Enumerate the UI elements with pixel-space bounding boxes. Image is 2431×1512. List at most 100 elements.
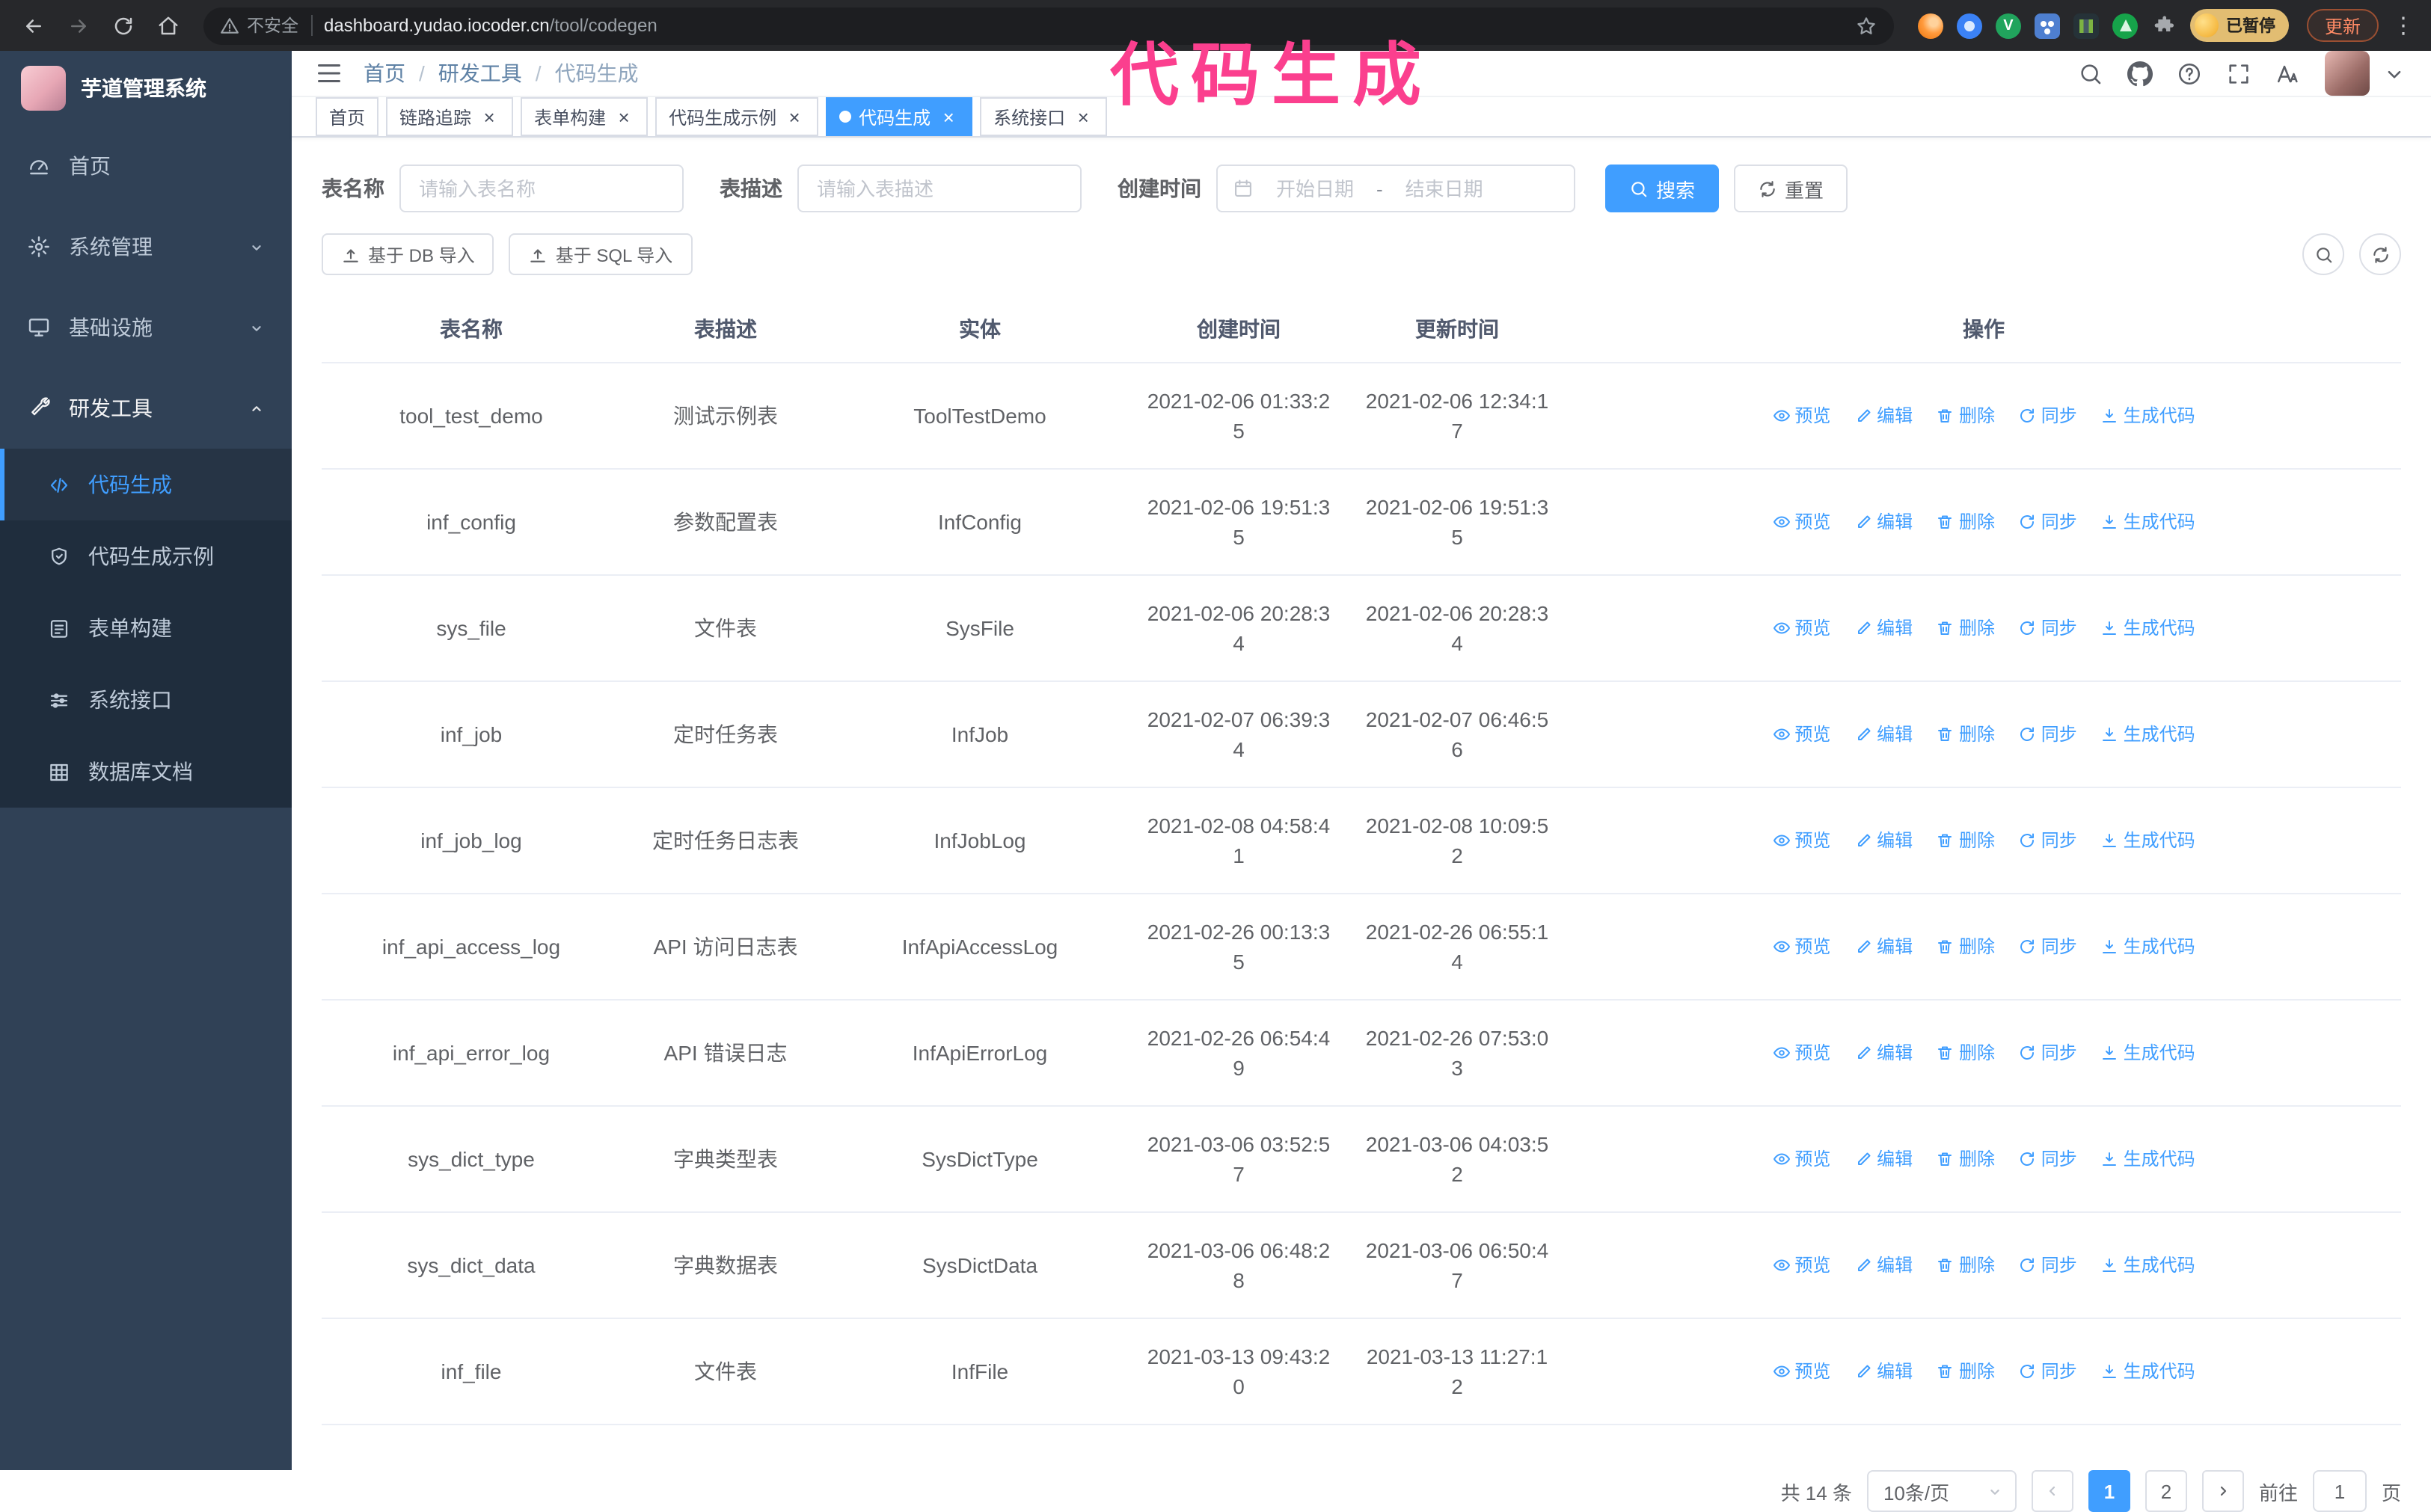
table-name-input[interactable]	[399, 165, 684, 212]
sync-link[interactable]: 同步	[2019, 506, 2077, 536]
preview-link[interactable]: 预览	[1772, 825, 1830, 855]
delete-link[interactable]: 删除	[1937, 612, 1995, 642]
edit-link[interactable]: 编辑	[1854, 612, 1913, 642]
tab-form-builder[interactable]: 表单构建 ×	[521, 97, 649, 136]
edit-link[interactable]: 编辑	[1854, 931, 1913, 961]
edit-link[interactable]: 编辑	[1854, 1250, 1913, 1279]
sidebar-subitem-form-builder[interactable]: 表单构建	[0, 592, 292, 664]
preview-link[interactable]: 预览	[1772, 1037, 1830, 1067]
preview-link[interactable]: 预览	[1772, 400, 1830, 430]
sync-link[interactable]: 同步	[2019, 825, 2077, 855]
tab-trace[interactable]: 链路追踪 ×	[386, 97, 514, 136]
breadcrumb-dev-tools[interactable]: 研发工具	[438, 58, 522, 88]
extension-icon-4[interactable]	[2034, 13, 2060, 38]
extension-icon-3[interactable]	[1995, 13, 2021, 38]
sidebar-item-infrastructure[interactable]: 基础设施	[0, 287, 292, 368]
user-avatar[interactable]	[2325, 51, 2370, 96]
generate-code-link[interactable]: 生成代码	[2101, 1356, 2195, 1386]
preview-link[interactable]: 预览	[1772, 612, 1830, 642]
edit-link[interactable]: 编辑	[1854, 506, 1913, 536]
close-icon[interactable]: ×	[1073, 106, 1094, 127]
fullscreen-icon[interactable]	[2226, 61, 2251, 86]
browser-update-button[interactable]: 更新	[2306, 9, 2379, 42]
browser-back-button[interactable]	[15, 7, 51, 43]
tab-codegen[interactable]: 代码生成 ×	[826, 97, 973, 136]
user-menu-caret-icon[interactable]	[2382, 61, 2407, 86]
delete-link[interactable]: 删除	[1937, 1250, 1995, 1279]
tab-system-api[interactable]: 系统接口 ×	[980, 97, 1108, 136]
extension-icon-2[interactable]	[1956, 13, 1982, 38]
sidebar-toggle-button[interactable]	[316, 60, 343, 87]
close-icon[interactable]: ×	[613, 106, 634, 127]
extensions-puzzle-icon[interactable]	[2151, 13, 2177, 38]
page-1-button[interactable]: 1	[2088, 1470, 2130, 1512]
close-icon[interactable]: ×	[479, 106, 500, 127]
delete-link[interactable]: 删除	[1937, 400, 1995, 430]
edit-link[interactable]: 编辑	[1854, 719, 1913, 749]
browser-home-button[interactable]	[150, 7, 186, 43]
sync-link[interactable]: 同步	[2019, 1037, 2077, 1067]
sidebar-item-system-management[interactable]: 系统管理	[0, 206, 292, 287]
refresh-table-button[interactable]	[2359, 233, 2401, 275]
preview-link[interactable]: 预览	[1772, 506, 1830, 536]
start-date-input[interactable]	[1260, 177, 1370, 200]
page-2-button[interactable]: 2	[2145, 1470, 2187, 1512]
sidebar-item-dev-tools[interactable]: 研发工具	[0, 368, 292, 449]
preview-link[interactable]: 预览	[1772, 1143, 1830, 1173]
extension-icon-6[interactable]	[2112, 13, 2138, 38]
generate-code-link[interactable]: 生成代码	[2101, 506, 2195, 536]
font-size-icon[interactable]	[2275, 61, 2301, 86]
sync-link[interactable]: 同步	[2019, 612, 2077, 642]
edit-link[interactable]: 编辑	[1854, 825, 1913, 855]
delete-link[interactable]: 删除	[1937, 506, 1995, 536]
reset-button[interactable]: 重置	[1734, 165, 1848, 212]
tab-codegen-demo[interactable]: 代码生成示例 ×	[655, 97, 819, 136]
prev-page-button[interactable]	[2031, 1470, 2073, 1512]
edit-link[interactable]: 编辑	[1854, 1356, 1913, 1386]
next-page-button[interactable]	[2201, 1470, 2244, 1512]
generate-code-link[interactable]: 生成代码	[2101, 1143, 2195, 1173]
sync-link[interactable]: 同步	[2019, 1143, 2077, 1173]
extension-icon-5[interactable]	[2073, 13, 2099, 38]
import-db-button[interactable]: 基于 DB 导入	[322, 233, 494, 275]
delete-link[interactable]: 删除	[1937, 825, 1995, 855]
goto-page-input[interactable]	[2312, 1470, 2367, 1512]
delete-link[interactable]: 删除	[1937, 1037, 1995, 1067]
close-icon[interactable]: ×	[784, 106, 805, 127]
security-chip[interactable]: 不安全	[220, 13, 298, 37]
delete-link[interactable]: 删除	[1937, 1143, 1995, 1173]
sync-link[interactable]: 同步	[2019, 1356, 2077, 1386]
end-date-input[interactable]	[1388, 177, 1500, 200]
browser-menu-kebab-icon[interactable]: ⋮	[2392, 12, 2415, 39]
generate-code-link[interactable]: 生成代码	[2101, 1250, 2195, 1279]
header-search-icon[interactable]	[2078, 61, 2103, 86]
sidebar-subitem-codegen[interactable]: 代码生成	[0, 449, 292, 520]
sidebar-subitem-system-api[interactable]: 系统接口	[0, 664, 292, 736]
browser-forward-button[interactable]	[60, 7, 96, 43]
sync-link[interactable]: 同步	[2019, 931, 2077, 961]
extension-icon-1[interactable]	[1917, 13, 1943, 38]
tab-home[interactable]: 首页	[316, 97, 379, 136]
sidebar-subitem-db-doc[interactable]: 数据库文档	[0, 736, 292, 808]
generate-code-link[interactable]: 生成代码	[2101, 931, 2195, 961]
sidebar-item-home[interactable]: 首页	[0, 126, 292, 206]
sync-link[interactable]: 同步	[2019, 400, 2077, 430]
sync-link[interactable]: 同步	[2019, 1250, 2077, 1279]
import-sql-button[interactable]: 基于 SQL 导入	[509, 233, 693, 275]
create-time-range-picker[interactable]: -	[1216, 165, 1575, 212]
browser-reload-button[interactable]	[105, 7, 141, 43]
preview-link[interactable]: 预览	[1772, 719, 1830, 749]
sync-link[interactable]: 同步	[2019, 719, 2077, 749]
edit-link[interactable]: 编辑	[1854, 1143, 1913, 1173]
github-icon[interactable]	[2127, 61, 2153, 86]
generate-code-link[interactable]: 生成代码	[2101, 1037, 2195, 1067]
delete-link[interactable]: 删除	[1937, 719, 1995, 749]
delete-link[interactable]: 删除	[1937, 1356, 1995, 1386]
edit-link[interactable]: 编辑	[1854, 400, 1913, 430]
search-button[interactable]: 搜索	[1605, 165, 1720, 212]
preview-link[interactable]: 预览	[1772, 931, 1830, 961]
address-bar[interactable]: 不安全 dashboard.yudao.iocoder.cn/tool/code…	[203, 7, 1894, 44]
bookmark-star-icon[interactable]	[1855, 14, 1877, 37]
profile-paused-badge[interactable]: 已暂停	[2189, 9, 2289, 42]
edit-link[interactable]: 编辑	[1854, 1037, 1913, 1067]
